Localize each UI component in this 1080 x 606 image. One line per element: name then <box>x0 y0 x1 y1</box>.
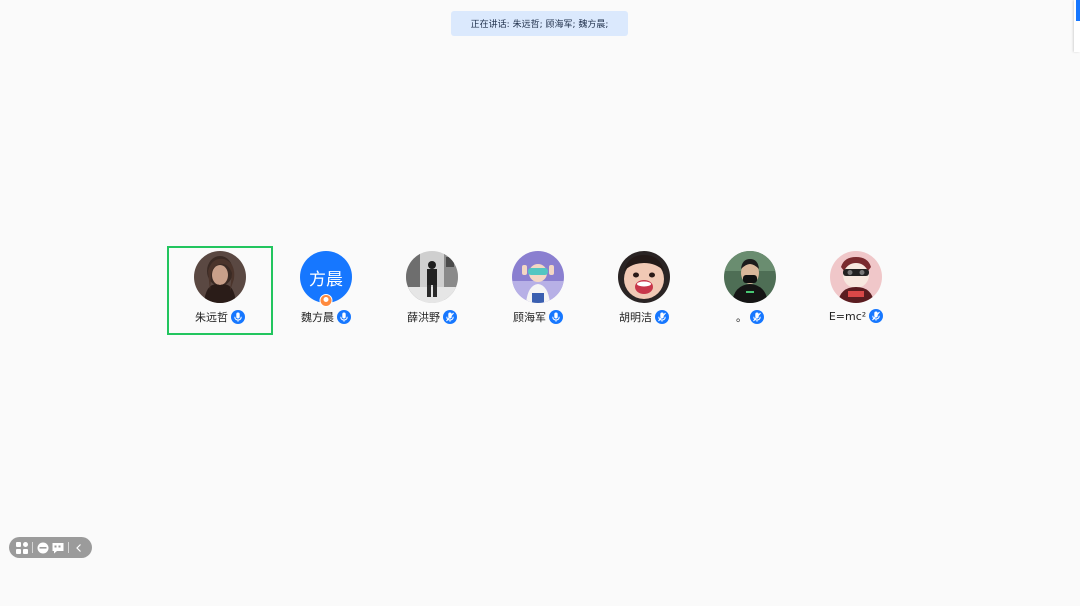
speaking-names: 朱远哲; 顾海军; 魏方晨; <box>512 20 609 30</box>
participant-name-row: 。 <box>736 309 764 325</box>
mic-muted-icon[interactable] <box>869 309 884 323</box>
side-panel-tab[interactable] <box>1074 0 1080 52</box>
participant-name: 朱远哲 <box>195 311 228 324</box>
side-panel-indicator <box>1076 0 1080 21</box>
mic-muted-icon[interactable] <box>443 310 457 324</box>
participant-tile[interactable]: 朱远哲 <box>167 246 273 335</box>
host-badge-icon <box>319 294 333 307</box>
participant-name: 。 <box>736 311 747 324</box>
avatar <box>194 251 246 303</box>
mic-icon[interactable] <box>549 310 563 324</box>
participant-name-row: 胡明洁 <box>619 309 669 325</box>
collapse-icon[interactable] <box>71 540 87 556</box>
avatar <box>618 251 670 303</box>
avatar <box>830 251 882 303</box>
mic-muted-icon[interactable] <box>750 310 764 324</box>
participant-name: E=mc² <box>828 309 867 323</box>
mic-muted-icon[interactable] <box>655 310 669 324</box>
participant-tile[interactable]: E=mc² <box>803 246 909 335</box>
mic-icon[interactable] <box>337 310 351 324</box>
emoji-icon[interactable] <box>35 540 51 556</box>
meeting-stage: 正在讲话: 朱远哲; 顾海军; 魏方晨; 朱远哲 方晨 魏方晨 薛洪野 顾海军 … <box>0 0 1080 606</box>
mic-icon[interactable] <box>231 310 245 324</box>
avatar <box>724 251 776 303</box>
participant-tile[interactable]: 。 <box>697 246 803 335</box>
toolbar-divider <box>31 542 33 553</box>
participant-gallery: 朱远哲 方晨 魏方晨 薛洪野 顾海军 胡明洁 。 E=mc² <box>167 246 909 335</box>
avatar <box>512 251 564 303</box>
toolbar-divider <box>68 542 70 553</box>
speaking-label: 正在讲话: <box>470 20 510 30</box>
avatar-initials: 方晨 <box>309 269 343 290</box>
participant-tile[interactable]: 方晨 魏方晨 <box>273 246 379 335</box>
participant-name-row: 顾海军 <box>513 309 563 325</box>
participant-name-row: 薛洪野 <box>407 309 457 325</box>
participant-tile[interactable]: 顾海军 <box>485 246 591 335</box>
participant-name: 薛洪野 <box>407 311 440 324</box>
grid-layout-icon[interactable] <box>14 540 30 556</box>
participant-name: 魏方晨 <box>301 311 334 324</box>
participant-name: 顾海军 <box>513 311 546 324</box>
speaking-banner: 正在讲话: 朱远哲; 顾海军; 魏方晨; <box>451 11 628 36</box>
participant-tile[interactable]: 胡明洁 <box>591 246 697 335</box>
avatar: 方晨 <box>300 251 352 307</box>
participant-name-row: 魏方晨 <box>301 309 351 325</box>
participant-tile[interactable]: 薛洪野 <box>379 246 485 335</box>
chat-icon[interactable] <box>50 540 66 556</box>
participant-name-row: 朱远哲 <box>195 309 245 325</box>
participant-name: 胡明洁 <box>619 311 652 324</box>
avatar <box>406 251 458 303</box>
participant-name-row: E=mc² <box>828 309 884 323</box>
floating-toolbar <box>9 537 92 558</box>
